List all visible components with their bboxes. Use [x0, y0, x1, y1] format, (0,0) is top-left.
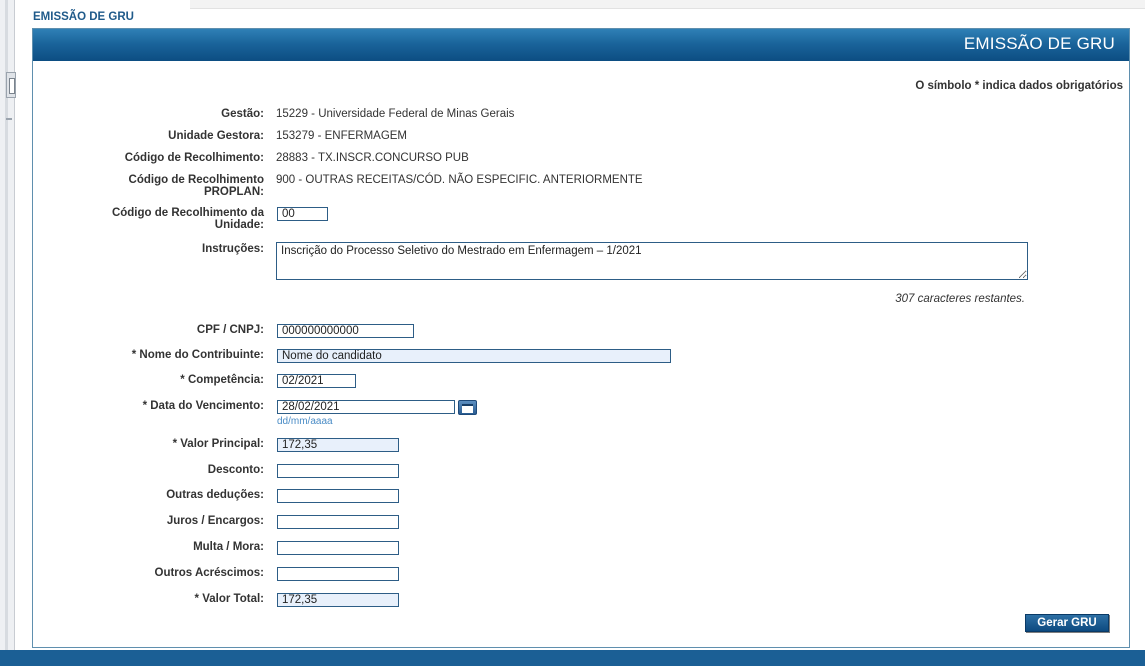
- desconto-label: Desconto:: [207, 464, 264, 476]
- top-strip: [190, 0, 1145, 9]
- valor-principal-label: * Valor Principal:: [172, 438, 264, 450]
- nome-contribuinte-label: * Nome do Contribuinte:: [131, 349, 264, 361]
- codigo-unidade-label-line1: Código de Recolhimento da: [111, 207, 264, 219]
- multa-mora-input[interactable]: [277, 541, 399, 555]
- cpf-cnpj-label: CPF / CNPJ:: [196, 324, 264, 336]
- codigo-unidade-label: Código de Recolhimento da Unidade:: [34, 207, 264, 231]
- date-format-hint: dd/mm/aaaa: [277, 416, 333, 427]
- data-vencimento-input[interactable]: [277, 400, 455, 414]
- cpf-cnpj-input[interactable]: [277, 324, 414, 338]
- page-label: EMISSÃO DE GRU: [33, 11, 134, 23]
- remaining-characters: 307 caracteres restantes.: [895, 293, 1025, 305]
- panel-title: EMISSÃO DE GRU: [963, 34, 1115, 53]
- competencia-input[interactable]: [277, 374, 356, 388]
- codigo-recolhimento-label: Código de Recolhimento:: [124, 152, 264, 164]
- gru-panel: EMISSÃO DE GRU O símbolo * indica dados …: [32, 28, 1130, 648]
- valor-total-input[interactable]: [277, 593, 399, 607]
- desconto-input[interactable]: [277, 464, 399, 478]
- codigo-proplan-label-line1: Código de Recolhimento: [128, 174, 264, 186]
- data-vencimento-label: * Data do Vencimento:: [142, 400, 264, 412]
- gestao-label: Gestão:: [221, 108, 264, 120]
- window-edge-tick: [6, 118, 12, 120]
- outros-acrescimos-input[interactable]: [277, 567, 399, 581]
- outras-deducoes-label: Outras deduções:: [166, 489, 264, 501]
- window-left-edge: [0, 0, 16, 650]
- codigo-recolhimento-value: 28883 - TX.INSCR.CONCURSO PUB: [276, 152, 469, 164]
- codigo-unidade-label-line2: Unidade:: [214, 219, 264, 231]
- unidade-gestora-value: 153279 - ENFERMAGEM: [276, 130, 408, 142]
- codigo-unidade-input[interactable]: [277, 207, 328, 221]
- required-fields-note: O símbolo * indica dados obrigatórios: [915, 80, 1123, 92]
- outras-deducoes-input[interactable]: [277, 489, 399, 503]
- calendar-icon-grid: [462, 404, 473, 413]
- codigo-proplan-value: 900 - OUTRAS RECEITAS/CÓD. NÃO ESPECIFIC…: [276, 174, 643, 186]
- outros-acrescimos-label: Outros Acréscimos:: [154, 567, 265, 579]
- gestao-value: 15229 - Universidade Federal de Minas Ge…: [276, 108, 515, 120]
- instrucoes-textarea[interactable]: Inscrição do Processo Seletivo do Mestra…: [276, 242, 1028, 280]
- competencia-label: * Competência:: [180, 374, 264, 386]
- codigo-proplan-label-line2: PROPLAN:: [203, 186, 264, 198]
- nome-contribuinte-input[interactable]: [277, 349, 671, 363]
- window-side-tab-inner: [9, 78, 15, 94]
- panel-header: EMISSÃO DE GRU: [33, 29, 1129, 61]
- valor-total-label: * Valor Total:: [194, 593, 264, 605]
- juros-encargos-label: Juros / Encargos:: [166, 515, 264, 527]
- instrucoes-label: Instruções:: [202, 243, 264, 255]
- juros-encargos-input[interactable]: [277, 515, 399, 529]
- calendar-icon[interactable]: [458, 400, 477, 415]
- bottom-bar: [0, 650, 1145, 666]
- gerar-gru-button[interactable]: Gerar GRU: [1025, 614, 1109, 632]
- codigo-proplan-label: Código de Recolhimento PROPLAN:: [34, 174, 264, 198]
- unidade-gestora-label: Unidade Gestora:: [168, 130, 264, 142]
- valor-principal-input[interactable]: [277, 438, 399, 452]
- multa-mora-label: Multa / Mora:: [193, 541, 264, 553]
